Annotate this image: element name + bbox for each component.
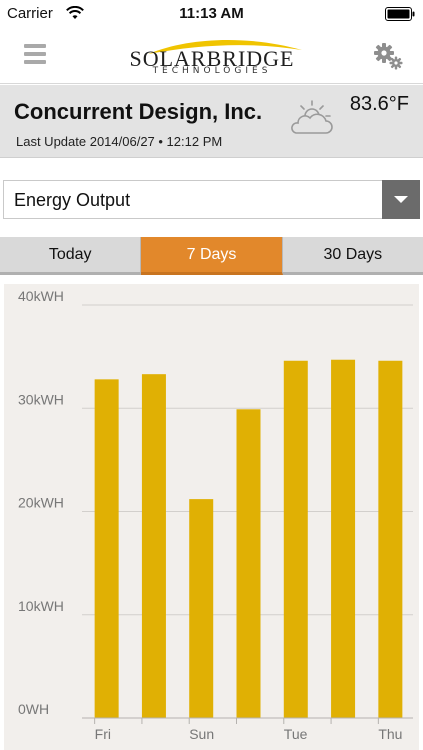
status-time: 11:13 AM: [179, 5, 244, 22]
tab-30-days[interactable]: 30 Days: [282, 237, 423, 275]
y-tick-label: 20kWH: [18, 495, 64, 511]
x-tick-label: Fri: [95, 726, 111, 742]
y-tick-label: 40kWH: [18, 288, 64, 304]
energy-bar-chart: 0WH 10kWH 20kWH 30kWH 40kWH Fri Sun Tue Thu: [18, 288, 413, 742]
logo-sub-text: TECHNOLOGIES: [152, 66, 272, 76]
range-tabs: Today 7 Days 30 Days: [0, 237, 423, 275]
hamburger-icon[interactable]: [24, 44, 46, 64]
status-bar: Carrier 11:13 AM: [0, 0, 423, 28]
metric-dropdown-value: Energy Output: [14, 190, 131, 210]
bar-mon[interactable]: [236, 409, 261, 718]
site-name: Concurrent Design, Inc.: [14, 99, 263, 124]
metric-dropdown[interactable]: Energy Output: [3, 180, 420, 219]
x-tick-label: Tue: [284, 726, 308, 742]
site-header: Concurrent Design, Inc. Last Update 2014…: [0, 85, 423, 158]
y-tick-label: 30kWH: [18, 391, 64, 407]
energy-chart: 0WH 10kWH 20kWH 30kWH 40kWH Fri Sun Tue Thu: [4, 284, 419, 750]
nav-bar: SOLARBRIDGE TECHNOLOGIES: [0, 28, 423, 84]
x-tick-label: Thu: [378, 726, 402, 742]
last-update-text: Last Update 2014/06/27 • 12:12 PM: [16, 134, 223, 149]
gear-icon[interactable]: [373, 42, 403, 70]
bar-thu[interactable]: [378, 360, 403, 718]
dropdown-button[interactable]: [382, 180, 420, 219]
bar-sun[interactable]: [189, 499, 214, 718]
tab-7-days[interactable]: 7 Days: [141, 237, 283, 275]
y-tick-label: 10kWH: [18, 598, 64, 614]
temperature: 83.6°F: [349, 93, 409, 115]
bar-wed[interactable]: [331, 359, 356, 718]
battery-icon: [385, 7, 415, 21]
x-tick-label: Sun: [189, 726, 214, 742]
partly-cloudy-icon: [291, 100, 333, 134]
y-tick-label: 0WH: [18, 701, 49, 717]
tab-today[interactable]: Today: [0, 237, 142, 275]
bar-tue[interactable]: [283, 360, 308, 718]
solarbridge-logo: SOLARBRIDGE TECHNOLOGIES: [112, 38, 312, 78]
bar-fri[interactable]: [94, 379, 119, 718]
chevron-down-icon: [394, 196, 408, 203]
bar-sat[interactable]: [141, 374, 166, 718]
